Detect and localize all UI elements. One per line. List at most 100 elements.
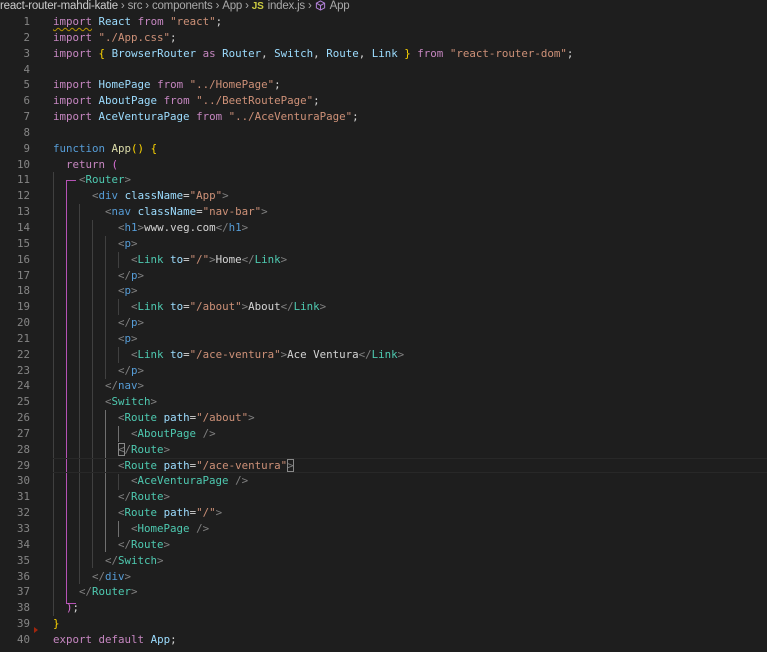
breadcrumb-item-file[interactable]: index.js	[268, 0, 306, 12]
breadcrumb-item-symbol[interactable]: App	[330, 0, 350, 12]
breadcrumb-item-src[interactable]: src	[128, 0, 143, 12]
code-token: </	[92, 569, 106, 583]
code-token: >	[163, 490, 171, 504]
code-token: </	[118, 537, 132, 551]
code-line: 35 </Switch>	[0, 553, 767, 569]
line-number: 5	[23, 78, 30, 92]
line-number: 18	[16, 284, 30, 298]
code-text: <div className="App">	[53, 188, 229, 204]
code-line: 14 <h1>www.veg.com</h1>	[0, 220, 767, 236]
code-token: </	[118, 490, 132, 504]
code-line: 6 import AboutPage from "../BeetRoutePage…	[0, 93, 767, 109]
keyword: as	[202, 46, 216, 60]
jsx-tag: Switch	[111, 395, 151, 409]
attribute: className	[137, 205, 197, 219]
code-token: >	[137, 379, 145, 393]
jsx-tag: AboutPage	[137, 426, 197, 440]
line-number: 35	[16, 553, 30, 567]
line-number: 25	[16, 395, 30, 409]
code-token: >	[157, 553, 164, 567]
code-token: >	[150, 395, 158, 409]
jsx-tag: Route	[131, 537, 164, 551]
line-number: 19	[16, 300, 30, 314]
code-text: </Route>	[53, 537, 170, 553]
breadcrumb-item-components[interactable]: components	[152, 0, 213, 12]
code-line: 27 <AboutPage />	[0, 426, 767, 442]
html-tag: nav	[118, 379, 138, 393]
code-token: </	[79, 585, 93, 599]
code-token: </	[241, 252, 255, 266]
keyword: import	[53, 110, 93, 124]
code-text: }	[53, 616, 60, 632]
line-number: 23	[16, 363, 30, 377]
line-number: 7	[23, 110, 30, 124]
chevron-right-icon: ›	[308, 0, 312, 12]
breadcrumb: react-router-mahdi-katie › src › components ›…	[0, 0, 767, 14]
jsx-tag: Link	[293, 300, 320, 314]
code-text: </p>	[53, 363, 144, 379]
line-number: 1	[23, 15, 30, 28]
code-text: <nav className="nav-bar">	[53, 204, 268, 220]
code-line: 17 </p>	[0, 268, 767, 284]
jsx-tag: Route	[131, 490, 164, 504]
jsx-text: Ace Ventura	[287, 347, 359, 361]
attribute: path	[163, 458, 190, 472]
keyword: import	[53, 30, 93, 44]
code-token: >	[241, 220, 249, 234]
line-number: 16	[16, 252, 30, 266]
breadcrumb-item-project[interactable]: react-router-mahdi-katie	[0, 0, 118, 12]
jsx-tag: Link	[254, 252, 281, 266]
code-line: 3 import { BrowserRouter as Router, Switc…	[0, 46, 767, 62]
code-text: <Link to="/about">About</Link>	[53, 299, 326, 315]
jsx-tag: Switch	[118, 553, 158, 567]
code-text: </p>	[53, 268, 144, 284]
line-number: 34	[16, 537, 30, 551]
line-number: 2	[23, 30, 30, 44]
code-line: 22 <Link to="/ace-ventura">Ace Ventura</…	[0, 347, 767, 363]
code-line: 15 <p>	[0, 236, 767, 252]
code-text: <p>	[53, 236, 138, 252]
keyword: import	[53, 15, 93, 28]
code-token: ()	[131, 141, 145, 155]
identifier: Router	[222, 46, 262, 60]
code-text: function App() {	[53, 141, 157, 157]
code-line: 30 <AceVenturaPage />	[0, 473, 767, 489]
code-line: 26 <Route path="/about">	[0, 410, 767, 426]
identifier: BrowserRouter	[111, 46, 197, 60]
code-text: </Route>	[53, 442, 170, 458]
code-text: );	[53, 600, 79, 616]
line-number: 40	[16, 632, 30, 646]
code-token: ;	[215, 15, 223, 28]
code-line: 25 <Switch>	[0, 394, 767, 410]
line-number: 10	[16, 157, 30, 171]
keyword: function	[53, 141, 106, 155]
code-text: import AceVenturaPage from "../AceVentur…	[53, 109, 359, 125]
chevron-right-icon: ›	[245, 0, 249, 12]
code-text: <p>	[53, 283, 138, 299]
html-tag: h1	[124, 220, 138, 234]
code-token: ;	[72, 601, 80, 615]
keyword: from	[137, 15, 164, 28]
jsx-tag: Route	[124, 506, 158, 520]
line-number: 9	[23, 141, 30, 155]
string: "./App.css"	[98, 30, 171, 44]
code-text: return (	[53, 157, 118, 173]
breadcrumb-item-app-folder[interactable]: App	[222, 0, 242, 12]
jsx-tag: Link	[137, 347, 164, 361]
string: "../HomePage"	[189, 78, 275, 92]
jsx-tag: HomePage	[137, 522, 190, 535]
code-text: </Switch>	[53, 553, 164, 569]
code-editor[interactable]: 1 import React from "react"; 2 import "./A…	[0, 14, 767, 648]
code-text: <p>	[53, 331, 138, 347]
code-line: 37 </Router>	[0, 584, 767, 600]
code-text: <Switch>	[53, 394, 157, 410]
code-line: 24 </nav>	[0, 378, 767, 394]
line-number: 21	[16, 331, 30, 345]
code-token: {	[98, 46, 106, 60]
code-token: ;	[170, 632, 177, 646]
keyword: return	[66, 157, 106, 171]
line-number: 37	[16, 585, 30, 599]
string: "/about"	[196, 411, 249, 425]
code-token: >	[248, 411, 255, 425]
identifier: HomePage	[98, 78, 151, 92]
